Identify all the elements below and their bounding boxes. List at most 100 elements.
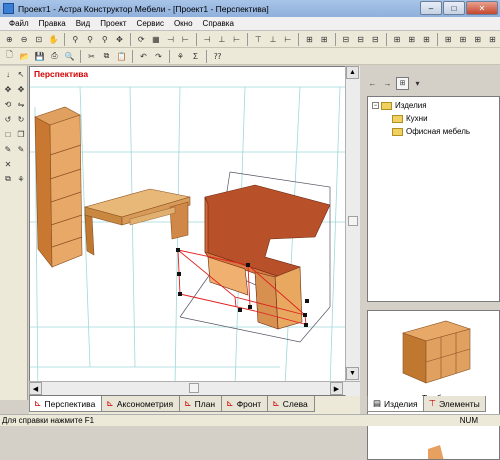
status-bar: Для справки нажмите F1 NUM [0, 414, 500, 426]
new-file-icon[interactable]: 🗋 [3, 50, 16, 63]
menu-edit[interactable]: Правка [34, 19, 71, 28]
texture-icon[interactable]: ✎ [2, 143, 14, 155]
tree-item-office-furniture[interactable]: Офисная мебель [392, 127, 470, 136]
move-object-icon[interactable]: ✥ [15, 83, 27, 95]
box-icon[interactable]: □ [2, 128, 14, 140]
structure-icon[interactable]: ⚘ [174, 50, 187, 63]
copy-icon[interactable]: ⧉ [100, 50, 113, 63]
forward-icon[interactable]: → [381, 77, 394, 90]
menu-window[interactable]: Окно [169, 19, 198, 28]
rotate-icon[interactable]: ⟲ [2, 98, 14, 110]
scroll-up-icon[interactable]: ▲ [346, 66, 359, 79]
rotate-icon[interactable]: ⟳ [135, 33, 148, 46]
minimize-button[interactable]: – [420, 1, 442, 15]
layout6-icon[interactable]: ⊞ [471, 33, 484, 46]
snap-icon[interactable]: ⚲ [98, 33, 111, 46]
parts-icon[interactable]: ⧉ [2, 173, 14, 185]
layout5-icon[interactable]: ⊞ [457, 33, 470, 46]
preview-icon[interactable]: 🔍 [63, 50, 76, 63]
view-mode-icon[interactable]: ⊞ [396, 76, 409, 90]
menu-service[interactable]: Сервис [132, 19, 169, 28]
arrow-down-icon[interactable]: ↓ [2, 68, 14, 80]
save-icon[interactable]: 💾 [33, 50, 46, 63]
layout3-icon[interactable]: ⊞ [420, 33, 433, 46]
rotate-right-icon[interactable]: ↻ [15, 113, 27, 125]
toolbar-separator [246, 32, 248, 46]
open-folder-icon[interactable]: 📂 [18, 50, 31, 63]
back-icon[interactable]: ← [366, 77, 379, 90]
snap-icon[interactable]: ⚲ [69, 33, 82, 46]
tab-products[interactable]: ▤ Изделия [367, 396, 424, 412]
view-left-icon[interactable]: ⊟ [340, 33, 353, 46]
scroll-right-icon[interactable]: ▶ [330, 382, 343, 395]
grid-icon[interactable]: ▦ [150, 33, 163, 46]
help-icon[interactable]: ⁇ [211, 50, 224, 63]
menu-bar: Файл Правка Вид Проект Сервис Окно Справ… [0, 17, 500, 31]
delete-icon[interactable]: ✕ [2, 158, 14, 170]
layout4-icon[interactable]: ⊞ [442, 33, 455, 46]
perspective-viewport[interactable]: Перспектива [29, 66, 360, 396]
move-icon[interactable]: ✥ [113, 33, 126, 46]
select-cursor-icon[interactable]: ↖ [15, 68, 27, 80]
snap-icon[interactable]: ⚲ [84, 33, 97, 46]
tab-plan[interactable]: ⊾ План [179, 396, 223, 412]
layout7-icon[interactable]: ⊞ [486, 33, 499, 46]
align-middle-icon[interactable]: ⊥ [267, 33, 280, 46]
align-right-icon[interactable]: ⊢ [230, 33, 243, 46]
catalog-toolbar: ← → ⊞ ▾ [362, 76, 500, 90]
mirror-icon[interactable]: ⇋ [15, 98, 27, 110]
close-button[interactable]: ✕ [466, 1, 498, 15]
zoom-window-icon[interactable]: ⊡ [32, 33, 45, 46]
menu-help[interactable]: Справка [198, 19, 239, 28]
rotate-left-icon[interactable]: ↺ [2, 113, 14, 125]
menu-view[interactable]: Вид [71, 19, 95, 28]
axis-icon: ⊾ [184, 398, 192, 408]
horizontal-scroll-thumb[interactable] [189, 383, 199, 393]
tab-elements[interactable]: ⊤ Элементы [422, 396, 486, 412]
align-center-icon[interactable]: ⊥ [215, 33, 228, 46]
catalog-tree[interactable]: − Изделия Кухни Офисная мебель [367, 96, 500, 302]
maximize-button[interactable]: □ [443, 1, 465, 15]
cut-icon[interactable]: ✂ [85, 50, 98, 63]
align-bottom-icon[interactable]: ⊢ [281, 33, 294, 46]
redo-icon[interactable]: ↷ [152, 50, 165, 63]
layout2-icon[interactable]: ⊞ [405, 33, 418, 46]
hierarchy-icon[interactable]: ⚘ [15, 173, 27, 185]
catalog-preview[interactable]: Тумба [367, 310, 500, 460]
viewport-vertical-scrollbar[interactable]: ▲ ▼ [345, 66, 360, 396]
print-icon[interactable]: ⎙ [48, 50, 61, 63]
zoom-out-icon[interactable]: ⊖ [18, 33, 31, 46]
view-front-icon[interactable]: ⊞ [318, 33, 331, 46]
view-top-icon[interactable]: ⊞ [303, 33, 316, 46]
texture2-icon[interactable]: ✎ [15, 143, 27, 155]
align-top-icon[interactable]: ⊤ [252, 33, 265, 46]
paste-icon[interactable]: 📋 [115, 50, 128, 63]
layout1-icon[interactable]: ⊞ [391, 33, 404, 46]
scroll-left-icon[interactable]: ◀ [29, 382, 42, 395]
tab-front[interactable]: ⊾ Фронт [221, 396, 269, 412]
tab-label: Фронт [236, 398, 262, 409]
tree-root[interactable]: − Изделия [372, 101, 427, 110]
duplicate-icon[interactable]: ❐ [15, 128, 27, 140]
chevron-down-icon[interactable]: ▾ [411, 77, 424, 90]
align-icon[interactable]: ⊢ [179, 33, 192, 46]
menu-project[interactable]: Проект [95, 19, 131, 28]
move-object-icon[interactable]: ✥ [2, 83, 14, 95]
align-left-icon[interactable]: ⊣ [201, 33, 214, 46]
sum-icon[interactable]: Σ [189, 50, 202, 63]
view-iso-icon[interactable]: ⊟ [369, 33, 382, 46]
tab-perspective[interactable]: ⊾ Перспектива [29, 396, 103, 412]
menu-file[interactable]: Файл [4, 19, 34, 28]
tab-axonometry[interactable]: ⊾ Аксонометрия [101, 396, 181, 412]
viewport-horizontal-scrollbar[interactable]: ◀ ▶ [29, 381, 360, 395]
undo-icon[interactable]: ↶ [137, 50, 150, 63]
view-right-icon[interactable]: ⊟ [354, 33, 367, 46]
vertical-scroll-thumb[interactable] [348, 216, 358, 226]
collapse-icon[interactable]: − [372, 102, 379, 109]
tree-item-kitchens[interactable]: Кухни [392, 114, 428, 123]
scroll-down-icon[interactable]: ▼ [346, 367, 359, 380]
tab-left[interactable]: ⊾ Слева [267, 396, 315, 412]
align-icon[interactable]: ⊣ [164, 33, 177, 46]
zoom-in-icon[interactable]: ⊕ [3, 33, 16, 46]
pan-icon[interactable]: ✋ [47, 33, 60, 46]
